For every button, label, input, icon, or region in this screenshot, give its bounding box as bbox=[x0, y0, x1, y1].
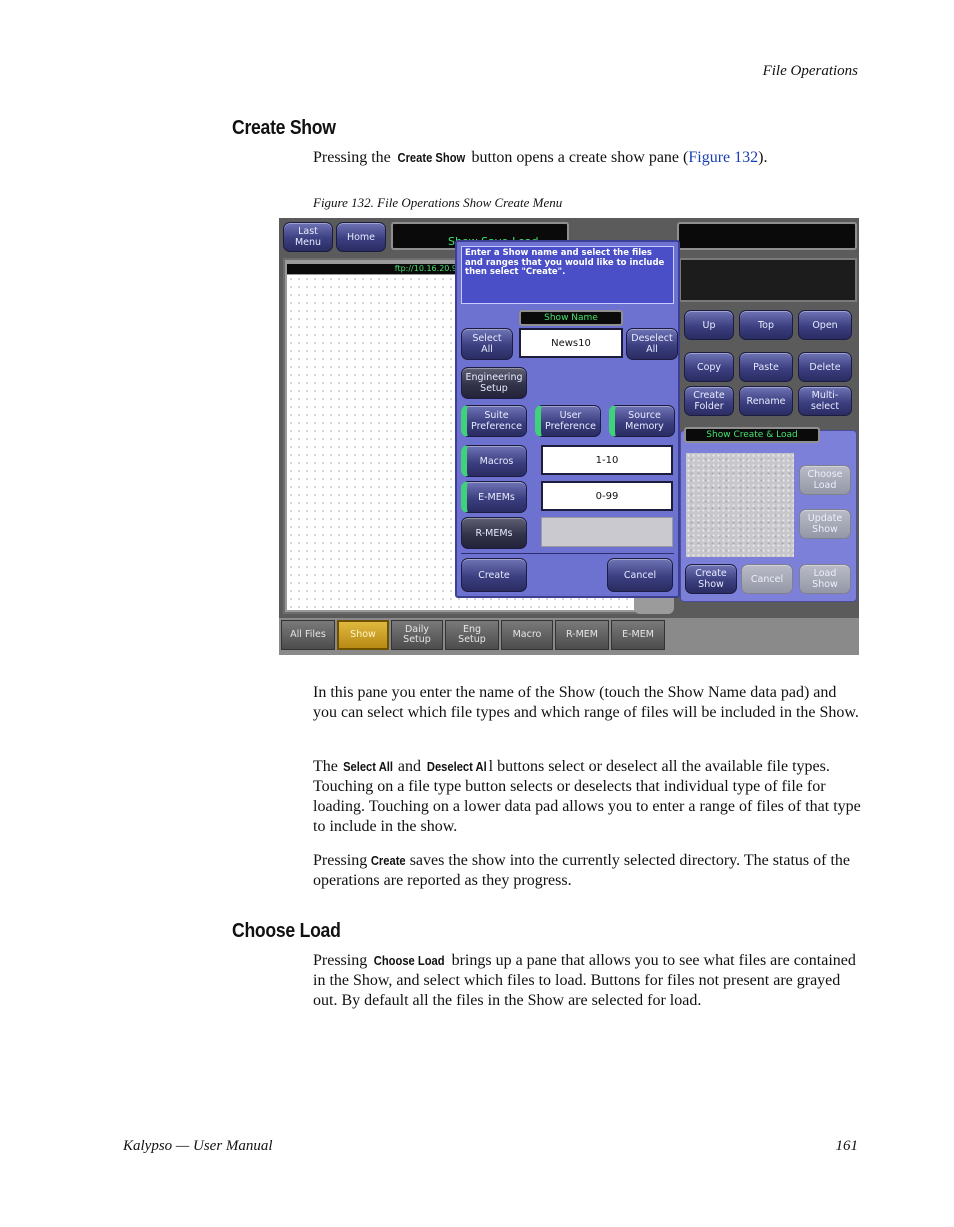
rmems-button[interactable]: R-MEMs bbox=[461, 517, 527, 549]
user-preference-button[interactable]: User Preference bbox=[535, 405, 601, 437]
rename-button[interactable]: Rename bbox=[739, 386, 793, 416]
rmems-range-field[interactable] bbox=[541, 517, 673, 547]
running-header: File Operations bbox=[762, 63, 858, 79]
dialog-divider bbox=[461, 553, 674, 554]
create-show-dialog: Enter a Show name and select the files a… bbox=[455, 240, 680, 598]
open-button[interactable]: Open bbox=[798, 310, 852, 340]
footer-manual-title: Kalypso — User Manual bbox=[123, 1138, 273, 1154]
show-name-label: Show Name bbox=[519, 310, 623, 326]
source-memory-button[interactable]: Source Memory bbox=[609, 405, 675, 437]
up-button[interactable]: Up bbox=[684, 310, 734, 340]
create-show-para-2: The Select All and Deselect Al l buttons … bbox=[313, 758, 861, 835]
show-create-load-panel: Show Create & Load Choose Load Update Sh… bbox=[680, 427, 857, 602]
create-show-intro: Pressing the Create Show button opens a … bbox=[313, 149, 768, 166]
suite-preference-button[interactable]: Suite Preference bbox=[461, 405, 527, 437]
keyword-create-show: Create Show bbox=[397, 150, 466, 165]
create-show-heading: Create Show bbox=[232, 117, 336, 139]
info-display bbox=[679, 258, 857, 302]
create-folder-button[interactable]: Create Folder bbox=[684, 386, 734, 416]
create-button[interactable]: Create bbox=[461, 558, 527, 592]
copy-button[interactable]: Copy bbox=[684, 352, 734, 382]
keyword-choose-load: Choose Load bbox=[373, 953, 445, 968]
dialog-instructions: Enter a Show name and select the files a… bbox=[461, 246, 674, 304]
keyword-deselect-all: Deselect Al bbox=[426, 759, 487, 774]
tab-daily-setup[interactable]: Daily Setup bbox=[391, 620, 443, 650]
create-show-para-3: Pressing Create saves the show into the … bbox=[313, 852, 851, 889]
multi-select-button[interactable]: Multi- select bbox=[798, 386, 852, 416]
create-show-para-1: In this pane you enter the name of the S… bbox=[313, 684, 859, 721]
figure-link[interactable]: Figure 132 bbox=[688, 149, 758, 166]
load-show-button[interactable]: Load Show bbox=[799, 564, 851, 594]
engineering-setup-button[interactable]: Engineering Setup bbox=[461, 367, 527, 399]
home-button[interactable]: Home bbox=[336, 222, 386, 252]
show-create-load-label: Show Create & Load bbox=[684, 427, 820, 443]
show-contents-area bbox=[686, 453, 794, 557]
bottom-tab-bar: All Files Show Daily Setup Eng Setup Mac… bbox=[279, 618, 859, 655]
keyword-create: Create bbox=[371, 853, 406, 868]
tab-eng-setup[interactable]: Eng Setup bbox=[445, 620, 499, 650]
status-display bbox=[677, 222, 857, 250]
choose-load-button[interactable]: Choose Load bbox=[799, 465, 851, 495]
tab-all-files[interactable]: All Files bbox=[281, 620, 335, 650]
paste-button[interactable]: Paste bbox=[739, 352, 793, 382]
emems-range-field[interactable]: 0-99 bbox=[541, 481, 673, 511]
file-operations-screenshot: Last Menu Home Show Save-Load ftp://10.1… bbox=[279, 218, 859, 655]
macros-button[interactable]: Macros bbox=[461, 445, 527, 477]
tab-r-mem[interactable]: R-MEM bbox=[555, 620, 609, 650]
cancel-show-button[interactable]: Cancel bbox=[741, 564, 793, 594]
tab-e-mem[interactable]: E-MEM bbox=[611, 620, 665, 650]
update-show-button[interactable]: Update Show bbox=[799, 509, 851, 539]
select-all-button[interactable]: Select All bbox=[461, 328, 513, 360]
keyword-select-all: Select All bbox=[342, 759, 393, 774]
emems-button[interactable]: E-MEMs bbox=[461, 481, 527, 513]
tab-show[interactable]: Show bbox=[337, 620, 389, 650]
delete-button[interactable]: Delete bbox=[798, 352, 852, 382]
last-menu-button[interactable]: Last Menu bbox=[283, 222, 333, 252]
page-number: 161 bbox=[835, 1138, 859, 1154]
deselect-all-button[interactable]: Deselect All bbox=[626, 328, 678, 360]
choose-load-para: Pressing Choose Load brings up a pane th… bbox=[313, 952, 856, 1009]
dialog-cancel-button[interactable]: Cancel bbox=[607, 558, 673, 592]
create-show-button[interactable]: Create Show bbox=[685, 564, 737, 594]
figure-caption: Figure 132. File Operations Show Create … bbox=[313, 195, 563, 210]
show-name-field[interactable]: News10 bbox=[519, 328, 623, 358]
choose-load-heading: Choose Load bbox=[232, 920, 341, 942]
macros-range-field[interactable]: 1-10 bbox=[541, 445, 673, 475]
top-button[interactable]: Top bbox=[739, 310, 793, 340]
tab-macro[interactable]: Macro bbox=[501, 620, 553, 650]
